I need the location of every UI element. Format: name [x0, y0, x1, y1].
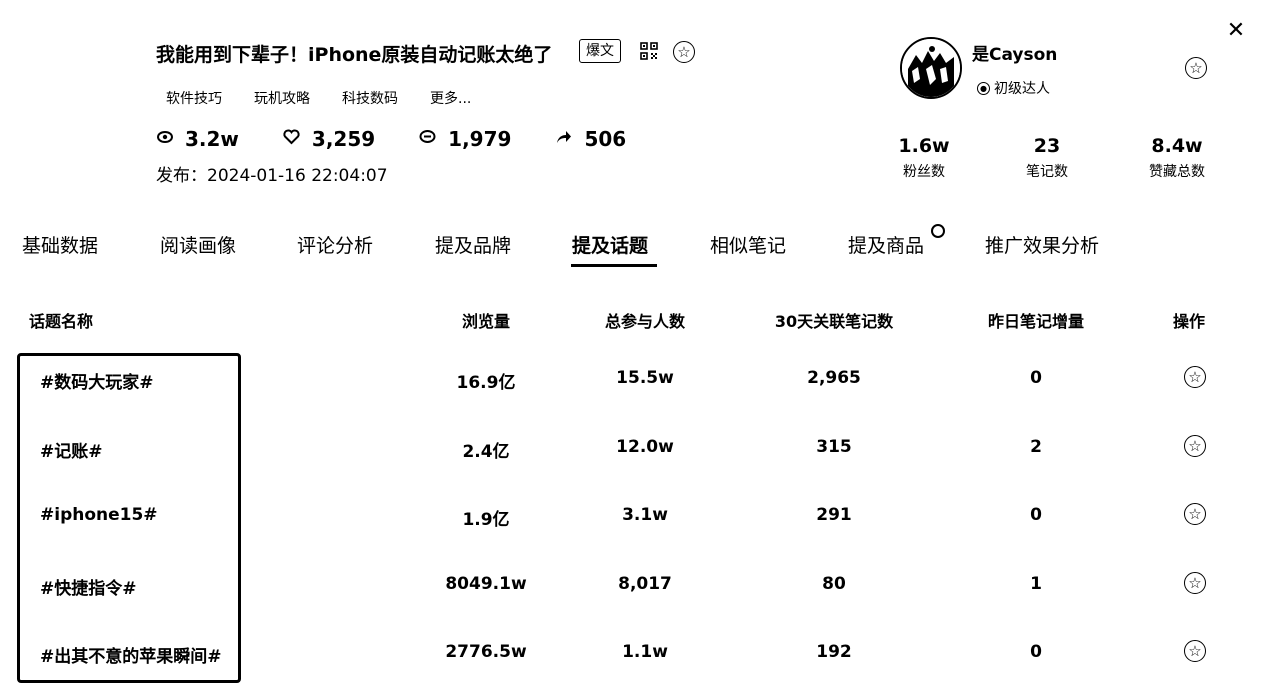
header-participants: 总参与人数: [604, 312, 686, 331]
tab-mentioned-topics[interactable]: 提及话题: [572, 231, 648, 258]
eye-icon: [157, 129, 173, 149]
tag-item[interactable]: 科技数码: [342, 88, 398, 108]
publish-label: 发布：: [156, 166, 207, 186]
topic-yesterday: 0: [1030, 642, 1042, 662]
header-topic-name: 话题名称: [29, 312, 94, 331]
tab-promotion-analysis[interactable]: 推广效果分析: [985, 231, 1099, 258]
views-value: 3.2w: [185, 127, 239, 151]
author-followers: 1.6w 粉丝数: [869, 135, 979, 181]
likes-stat: 3,259: [283, 127, 375, 151]
likes-collects-value: 8.4w: [1151, 135, 1203, 157]
topic-notes-30d: 2,965: [807, 368, 861, 388]
tab-mentioned-brands[interactable]: 提及品牌: [435, 231, 511, 258]
followers-label: 粉丝数: [903, 164, 945, 180]
tag-item[interactable]: 软件技巧: [166, 88, 222, 108]
shares-stat: 506: [555, 127, 626, 151]
header-views: 浏览量: [461, 312, 511, 331]
level-label: 初级达人: [994, 81, 1050, 97]
topic-yesterday: 0: [1030, 505, 1042, 525]
topic-yesterday: 0: [1030, 368, 1042, 388]
level-icon: ●: [977, 81, 990, 95]
publish-value: 2024-01-16 22:04:07: [207, 166, 388, 186]
topic-name[interactable]: #iphone15#: [40, 505, 158, 525]
shares-value: 506: [584, 127, 627, 151]
star-icon[interactable]: ☆: [1184, 366, 1206, 388]
tab-basic-data[interactable]: 基础数据: [22, 231, 98, 258]
topic-participants: 1.1w: [622, 642, 668, 662]
views-stat: 3.2w: [157, 127, 239, 151]
comment-icon: [419, 129, 436, 149]
header-yesterday-increase: 昨日笔记增量: [987, 312, 1085, 331]
header-actions: 操作: [1172, 312, 1206, 331]
topic-views: 1.9亿: [462, 510, 510, 530]
qr-code-icon[interactable]: [640, 42, 658, 60]
publish-time: 发布：2024-01-16 22:04:07: [156, 161, 388, 186]
star-icon[interactable]: ☆: [1184, 572, 1206, 594]
comments-value: 1,979: [448, 127, 512, 151]
follow-star-icon[interactable]: ☆: [1185, 57, 1207, 79]
tag-more[interactable]: 更多...: [430, 88, 471, 108]
topic-participants: 12.0w: [616, 437, 674, 457]
close-icon[interactable]: ✕: [1223, 18, 1249, 44]
topic-views: 2776.5w: [445, 642, 527, 662]
topic-yesterday: 2: [1030, 437, 1042, 457]
tab-reader-profile[interactable]: 阅读画像: [160, 231, 236, 258]
favorite-star-icon[interactable]: ☆: [673, 41, 695, 63]
tag-item[interactable]: 玩机攻略: [254, 88, 310, 108]
author-name[interactable]: 是Cayson: [972, 40, 1057, 65]
topic-notes-30d: 291: [816, 505, 852, 525]
topic-notes-30d: 192: [816, 642, 852, 662]
tab-badge-icon: [931, 224, 945, 238]
topic-views: 16.9亿: [456, 373, 516, 393]
star-icon[interactable]: ☆: [1184, 435, 1206, 457]
likes-value: 3,259: [311, 127, 376, 151]
topic-views: 2.4亿: [462, 442, 510, 462]
topic-notes-30d: 315: [816, 437, 852, 457]
active-tab-indicator: [571, 264, 657, 267]
topic-name[interactable]: #记账#: [40, 437, 103, 462]
hot-badge: 爆文: [579, 39, 621, 63]
topic-views: 8049.1w: [445, 574, 527, 594]
author-level: ● 初级达人: [977, 78, 1050, 98]
topic-yesterday: 1: [1030, 574, 1042, 594]
tab-mentioned-products[interactable]: 提及商品: [848, 231, 924, 258]
tab-similar-notes[interactable]: 相似笔记: [710, 231, 786, 258]
author-notes: 23 笔记数: [992, 135, 1102, 181]
topic-participants: 8,017: [618, 574, 672, 594]
topic-participants: 15.5w: [616, 368, 674, 388]
topic-name[interactable]: #出其不意的苹果瞬间#: [40, 642, 222, 667]
post-title: 我能用到下辈子！iPhone原装自动记账太绝了: [156, 44, 553, 66]
tab-comment-analysis[interactable]: 评论分析: [297, 231, 373, 258]
header-notes-30d: 30天关联笔记数: [774, 312, 894, 331]
topic-name[interactable]: #快捷指令#: [40, 574, 137, 599]
topic-participants: 3.1w: [622, 505, 668, 525]
heart-icon: [283, 129, 300, 149]
topic-name[interactable]: #数码大玩家#: [40, 368, 154, 393]
share-icon: [555, 129, 572, 149]
followers-value: 1.6w: [898, 135, 950, 157]
likes-collects-label: 赞藏总数: [1149, 164, 1205, 180]
author-likes-collects: 8.4w 赞藏总数: [1122, 135, 1232, 181]
star-icon[interactable]: ☆: [1184, 640, 1206, 662]
star-icon[interactable]: ☆: [1184, 503, 1206, 525]
notes-value: 23: [1033, 135, 1061, 157]
comments-stat: 1,979: [419, 127, 511, 151]
post-stats: 3.2w 3,259 1,979 506: [157, 127, 670, 151]
tag-list: 软件技巧 玩机攻略 科技数码 更多...: [166, 88, 503, 108]
notes-label: 笔记数: [1026, 164, 1068, 180]
topic-notes-30d: 80: [822, 574, 846, 594]
avatar[interactable]: [900, 37, 962, 99]
